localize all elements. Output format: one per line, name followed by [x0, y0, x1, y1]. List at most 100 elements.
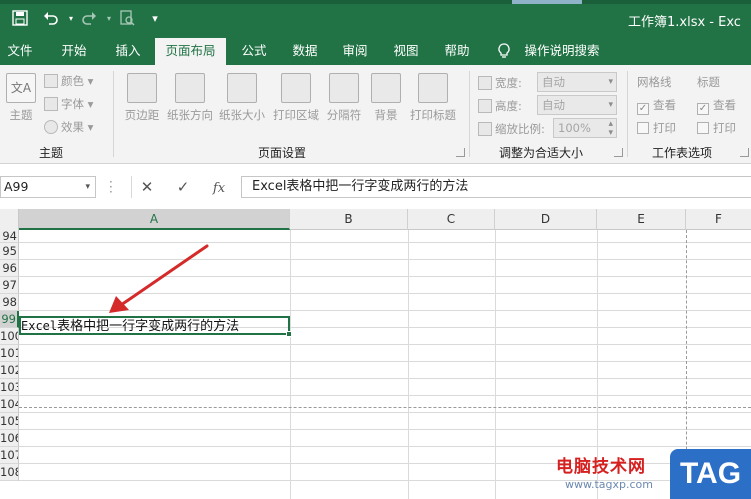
headings-heading: 标题: [697, 75, 720, 89]
headings-print-checkbox[interactable]: 打印: [697, 120, 736, 136]
effects-button[interactable]: 效果 ▾: [44, 119, 93, 135]
group-label-sheet-options: 工作表选项: [652, 146, 713, 160]
cancel-icon[interactable]: ✕: [134, 176, 160, 198]
effects-icon: [44, 120, 58, 134]
print-area-icon: [281, 73, 311, 103]
margins-icon: [127, 73, 157, 103]
redo-icon[interactable]: [80, 10, 98, 28]
chevron-down-icon: ▾: [608, 100, 613, 110]
scale-label-text: 缩放比例:: [495, 122, 545, 136]
customize-qat-icon[interactable]: ▾: [146, 10, 164, 28]
paper-size-icon: [227, 73, 257, 103]
gridlines-view-checkbox[interactable]: ✓ 查看: [637, 97, 676, 115]
scale-icon: [478, 122, 492, 136]
print-area-button[interactable]: 打印区域: [270, 73, 322, 123]
tab-page-layout[interactable]: 页面布局: [155, 38, 226, 67]
tab-home[interactable]: 开始: [52, 38, 96, 65]
name-box[interactable]: A99 ▾: [0, 176, 96, 198]
themes-button-label: 主题: [9, 108, 33, 122]
sheet-options-launcher-icon[interactable]: [740, 148, 749, 157]
tab-view[interactable]: 视图: [384, 38, 428, 65]
save-icon[interactable]: [11, 10, 29, 28]
group-label-themes: 主题: [39, 146, 64, 160]
lightbulb-icon: [498, 43, 510, 58]
height-select-value: 自动: [542, 98, 565, 112]
fx-label: fx: [212, 181, 226, 196]
tab-formulas[interactable]: 公式: [232, 38, 276, 65]
gridlines-print-checkbox[interactable]: 打印: [637, 120, 676, 136]
headings-view-label: 查看: [713, 98, 736, 112]
tab-review[interactable]: 审阅: [333, 38, 377, 65]
height-select[interactable]: 自动 ▾: [537, 95, 617, 115]
orientation-button[interactable]: 纸张方向: [165, 73, 215, 123]
orientation-icon: [175, 73, 205, 103]
themes-button[interactable]: 文A 主题: [5, 73, 37, 123]
formula-bar-separator: [131, 176, 132, 198]
watermark-logo: TAG: [670, 449, 751, 499]
margins-label: 页边距: [124, 108, 160, 122]
redo-dropdown-icon[interactable]: ▾: [100, 10, 118, 28]
tab-file[interactable]: 文件: [0, 38, 40, 65]
top-strip: [0, 0, 751, 4]
print-titles-button[interactable]: 打印标题: [407, 73, 459, 123]
fonts-label: 字体: [61, 97, 84, 111]
group-label-page-setup: 页面设置: [258, 146, 307, 160]
tell-me-search[interactable]: 操作说明搜索: [522, 38, 602, 65]
scale-label: 缩放比例:: [478, 121, 545, 137]
ribbon-tabs: 文件 开始 插入 页面布局 公式 数据 审阅 视图 帮助 操作说明搜索: [0, 38, 751, 67]
undo-icon[interactable]: [42, 10, 60, 28]
scale-spinner-value: 100%: [558, 121, 591, 135]
checkbox-checked-icon: ✓: [697, 103, 709, 115]
height-icon: [478, 99, 492, 113]
page-setup-launcher-icon[interactable]: [456, 148, 465, 157]
formula-input[interactable]: Excel表格中把一行字变成两行的方法: [241, 176, 751, 198]
background-button[interactable]: 背景: [368, 73, 404, 123]
insert-function-icon[interactable]: fx: [206, 176, 232, 198]
height-label-text: 高度:: [495, 99, 522, 113]
scale-launcher-icon[interactable]: [614, 148, 623, 157]
chevron-down-icon: ▾: [85, 182, 90, 192]
group-separator: [113, 71, 114, 157]
font-icon: [44, 97, 58, 111]
effects-label: 效果: [61, 120, 84, 134]
themes-icon: 文A: [6, 73, 36, 103]
watermark-text: 电脑技术网: [556, 457, 646, 477]
colors-button[interactable]: 颜色 ▾: [44, 73, 93, 89]
palette-icon: [44, 74, 58, 88]
fonts-button[interactable]: 字体 ▾: [44, 96, 93, 112]
title-bar: ▾ ▾ ▾ 工作簿1.xlsx - Exc: [0, 0, 751, 38]
margins-button[interactable]: 页边距: [121, 73, 163, 123]
arrow-head: [109, 296, 129, 313]
tab-help[interactable]: 帮助: [435, 38, 479, 65]
enter-icon[interactable]: ✓: [170, 176, 196, 198]
width-label-text: 宽度:: [495, 76, 522, 90]
print-titles-label: 打印标题: [410, 108, 456, 122]
background-icon: [371, 73, 401, 103]
width-select[interactable]: 自动 ▾: [537, 72, 617, 92]
print-preview-icon[interactable]: [118, 10, 136, 28]
window-title: 工作簿1.xlsx - Exc: [628, 15, 741, 30]
size-label: 纸张大小: [219, 108, 265, 122]
undo-dropdown-icon[interactable]: ▾: [62, 10, 80, 28]
gridlines-heading: 网格线: [637, 75, 672, 89]
top-strip-highlight: [512, 0, 582, 4]
print-area-label: 打印区域: [273, 108, 319, 122]
gridlines-print-label: 打印: [653, 121, 676, 135]
gridlines-view-label: 查看: [653, 98, 676, 112]
tab-insert[interactable]: 插入: [106, 38, 150, 65]
headings-view-checkbox[interactable]: ✓ 查看: [697, 97, 736, 115]
print-titles-icon: [418, 73, 448, 103]
group-label-scale-to-fit: 调整为合适大小: [499, 146, 584, 160]
formula-bar-grip-icon[interactable]: · · ·: [109, 176, 113, 198]
width-label: 宽度:: [478, 75, 522, 91]
scale-spinner[interactable]: 100% ▴ ▾: [553, 118, 617, 138]
size-button[interactable]: 纸张大小: [217, 73, 267, 123]
breaks-icon: [329, 73, 359, 103]
orientation-label: 纸张方向: [167, 108, 213, 122]
ribbon-page-layout: 文A 主题 颜色 ▾ 字体 ▾ 效果 ▾ 主题 页边距 纸张方向 纸张大小 打印…: [0, 65, 751, 164]
tab-data[interactable]: 数据: [283, 38, 327, 65]
breaks-button[interactable]: 分隔符: [323, 73, 365, 123]
name-box-value: A99: [4, 179, 29, 194]
background-label: 背景: [374, 108, 398, 122]
formula-bar: A99 ▾ · · · ✕ ✓ fx Excel表格中把一行字变成两行的方法: [0, 164, 751, 209]
